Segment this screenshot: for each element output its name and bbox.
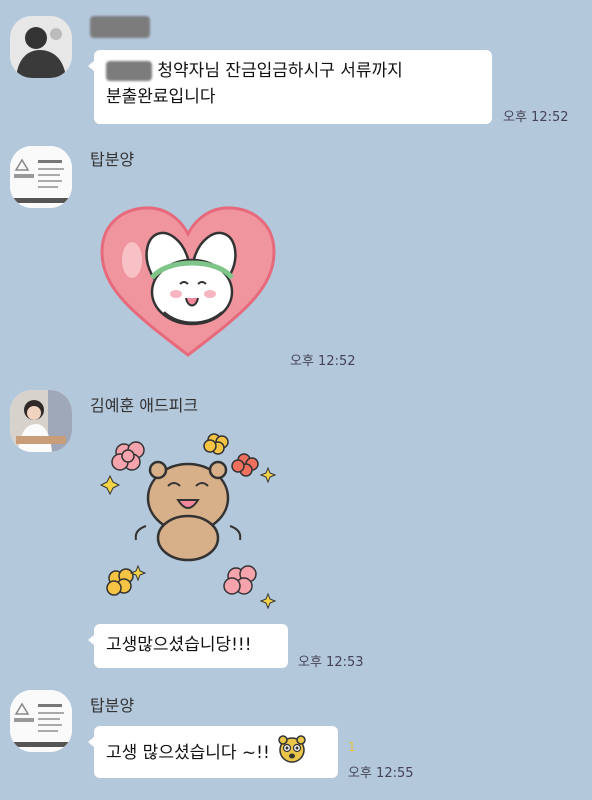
- message-text: 분출완료입니다: [106, 87, 216, 107]
- message-time: 오후 12:53: [298, 655, 364, 670]
- message-bubble[interactable]: 고생 많으셨습니다 ~!!: [88, 726, 338, 778]
- message-text: 고생 많으셨습니다 ~!!: [106, 743, 270, 763]
- blurred-name: [90, 16, 150, 38]
- sender-name: 탑분양: [90, 696, 135, 715]
- avatar[interactable]: [10, 690, 72, 752]
- heart-bunny-sticker[interactable]: [96, 200, 280, 364]
- message-time: 오후 12:55: [348, 766, 414, 781]
- sender-name: 김예훈 애드피크: [90, 396, 199, 415]
- message-bubble[interactable]: 고생많으셨습니당!!!: [88, 624, 288, 668]
- avatar[interactable]: [10, 390, 72, 452]
- unread-count: 1: [348, 740, 356, 754]
- sender-name: [90, 16, 150, 38]
- sender-name: 탑분양: [90, 150, 135, 169]
- message-time: 오후 12:52: [290, 354, 356, 369]
- message-text: 고생많으셨습니당!!!: [106, 635, 252, 655]
- bear-emoticon-icon: [277, 734, 307, 772]
- message-time: 오후 12:52: [503, 110, 569, 125]
- message-text: 청약자님 잔금입금하시구 서류까지: [157, 61, 403, 81]
- avatar[interactable]: [10, 16, 72, 78]
- happy-bear-flowers-sticker[interactable]: [96, 426, 280, 610]
- blurred-name: [106, 61, 152, 81]
- message-bubble[interactable]: 청약자님 잔금입금하시구 서류까지 분출완료입니다: [88, 50, 492, 124]
- avatar[interactable]: [10, 146, 72, 208]
